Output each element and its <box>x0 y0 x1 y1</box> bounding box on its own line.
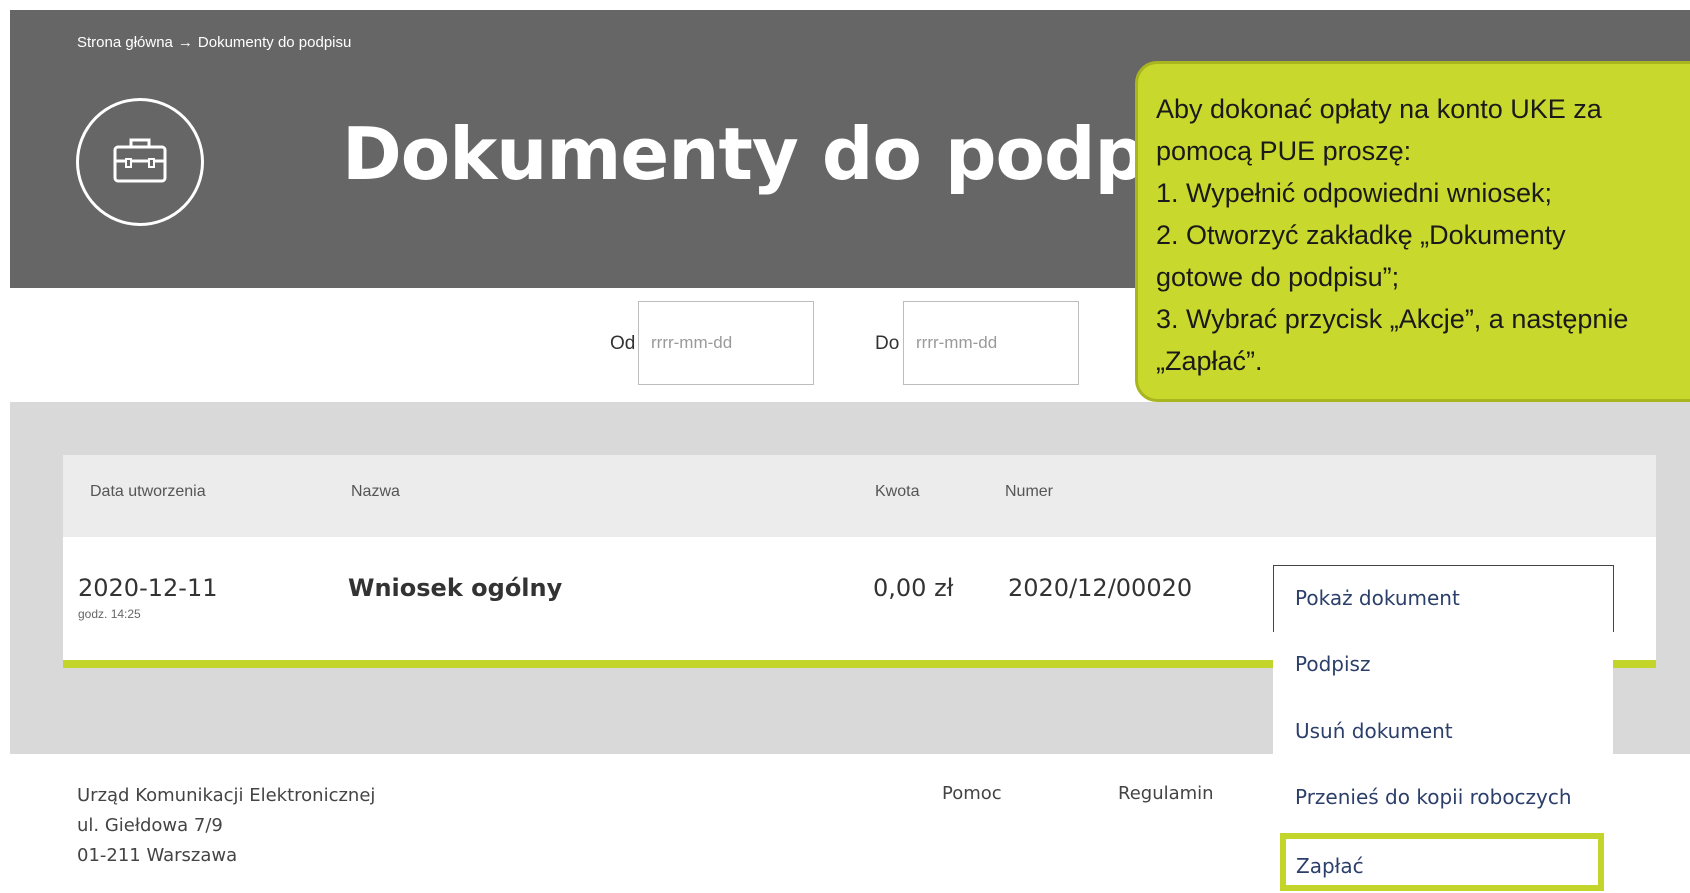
column-header-name: Nazwa <box>351 483 400 500</box>
briefcase-icon <box>76 98 204 226</box>
breadcrumb: Strona główna → Dokumenty do podpisu <box>77 34 351 51</box>
date-to-input[interactable] <box>903 301 1079 385</box>
date-to-label: Do <box>875 333 900 354</box>
instruction-callout: Aby dokonać opłaty na konto UKE za pomoc… <box>1135 61 1690 402</box>
callout-line: 1. Wypełnić odpowiedni wniosek; <box>1156 178 1552 208</box>
breadcrumb-current: Dokumenty do podpisu <box>197 34 352 51</box>
breadcrumb-home-link[interactable]: Strona główna <box>77 34 173 51</box>
column-header-amount: Kwota <box>875 483 920 500</box>
footer-terms-link[interactable]: Regulamin <box>1118 783 1214 804</box>
footer-street: ul. Giełdowa 7/9 <box>77 815 223 836</box>
menu-item-move-to-drafts[interactable]: Przenieś do kopii roboczych <box>1295 785 1572 809</box>
date-from-label: Od <box>610 333 636 354</box>
footer-city: 01-211 Warszawa <box>77 845 238 866</box>
menu-item-show-document[interactable]: Pokaż dokument <box>1295 586 1460 610</box>
column-header-number: Numer <box>1005 483 1054 500</box>
column-header-date: Data utworzenia <box>90 483 206 500</box>
menu-item-sign[interactable]: Podpisz <box>1295 652 1370 676</box>
row-number: 2020/12/00020 <box>1008 574 1193 602</box>
menu-item-delete-document[interactable]: Usuń dokument <box>1295 719 1453 743</box>
row-time: godz. 14:25 <box>78 607 141 621</box>
callout-line: pomocą PUE proszę: <box>1156 136 1412 166</box>
row-name: Wniosek ogólny <box>348 574 563 602</box>
callout-line: Aby dokonać opłaty na konto UKE za <box>1156 94 1602 124</box>
menu-item-pay-label: Zapłać <box>1296 854 1364 878</box>
callout-line: „Zapłać”. <box>1156 346 1263 376</box>
arrow-right-icon: → <box>177 34 193 51</box>
footer-help-link[interactable]: Pomoc <box>942 783 1002 804</box>
table-header: Data utworzenia Nazwa Kwota Numer <box>63 455 1656 537</box>
callout-line: gotowe do podpisu”; <box>1156 262 1400 292</box>
callout-line: 3. Wybrać przycisk „Akcje”, a następnie <box>1156 304 1629 334</box>
row-amount: 0,00 zł <box>873 574 954 602</box>
page-title: Dokumenty do podpisu <box>342 112 1262 196</box>
menu-item-pay[interactable]: Zapłać <box>1280 833 1604 891</box>
footer-address: Urząd Komunikacji Elektronicznej ul. Gie… <box>77 781 375 871</box>
callout-line: 2. Otworzyć zakładkę „Dokumenty <box>1156 220 1566 250</box>
row-date: 2020-12-11 <box>78 574 218 602</box>
footer-org: Urząd Komunikacji Elektronicznej <box>77 785 376 806</box>
date-from-input[interactable] <box>638 301 814 385</box>
